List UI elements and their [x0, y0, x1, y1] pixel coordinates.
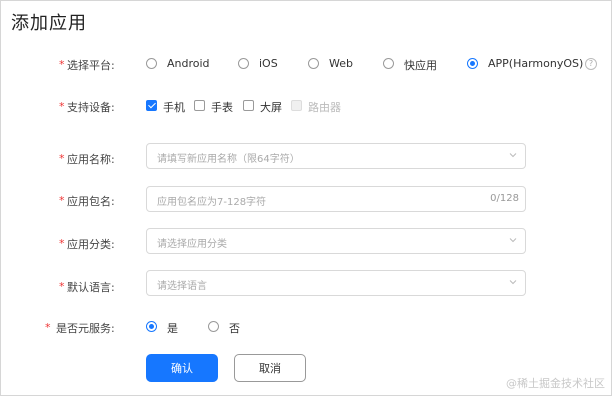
checkbox-router — [291, 100, 302, 111]
package-name-label: 应用包名: — [67, 195, 115, 208]
radio-ios-label[interactable]: iOS — [259, 57, 278, 70]
cancel-button[interactable]: 取消 — [234, 354, 306, 382]
required-mark: * — [59, 58, 65, 71]
language-placeholder: 请选择语言 — [157, 281, 207, 292]
watermark: @稀土掘金技术社区 — [506, 377, 605, 390]
app-name-label: 应用名称: — [67, 153, 115, 166]
metaservice-label: 是否元服务: — [56, 322, 115, 335]
checkbox-screen-label[interactable]: 大屏 — [260, 99, 282, 115]
chevron-down-icon — [509, 153, 517, 158]
radio-web-label[interactable]: Web — [329, 57, 353, 70]
radio-web[interactable] — [308, 58, 319, 69]
chevron-down-icon — [509, 280, 517, 285]
help-icon[interactable]: ? — [585, 58, 597, 70]
required-mark: * — [59, 237, 65, 250]
checkbox-router-label: 路由器 — [308, 101, 341, 114]
radio-android[interactable] — [146, 58, 157, 69]
chevron-down-icon — [509, 238, 517, 243]
devices-label: 支持设备: — [67, 101, 115, 114]
required-mark: * — [45, 321, 51, 334]
radio-ios[interactable] — [238, 58, 249, 69]
app-name-placeholder: 请填写新应用名称（限64字符） — [157, 154, 300, 165]
checkbox-watch-label[interactable]: 手表 — [211, 99, 233, 115]
app-name-select[interactable]: 请填写新应用名称（限64字符） — [146, 143, 526, 169]
radio-harmonyos[interactable] — [467, 58, 478, 69]
category-label: 应用分类: — [67, 238, 115, 251]
char-counter: 0/128 — [490, 193, 519, 204]
dialog: 添加应用 * 选择平台: Android iOS Web 快应用 APP(Har… — [0, 0, 612, 396]
required-mark: * — [59, 100, 65, 113]
required-mark: * — [59, 280, 65, 293]
package-name-input[interactable]: 应用包名应为7-128字符 0/128 — [146, 186, 526, 212]
radio-quickapp-label[interactable]: 快应用 — [404, 57, 437, 73]
category-placeholder: 请选择应用分类 — [157, 239, 227, 250]
checkbox-watch[interactable] — [194, 100, 205, 111]
radio-harmonyos-label[interactable]: APP(HarmonyOS) — [488, 57, 583, 70]
radio-quickapp[interactable] — [383, 58, 394, 69]
page-title: 添加应用 — [11, 13, 87, 34]
category-select[interactable]: 请选择应用分类 — [146, 228, 526, 254]
radio-yes-label[interactable]: 是 — [167, 320, 178, 336]
required-mark: * — [59, 194, 65, 207]
language-label: 默认语言: — [67, 281, 115, 294]
checkbox-phone[interactable] — [146, 100, 157, 111]
radio-yes[interactable] — [146, 321, 157, 332]
checkbox-phone-label[interactable]: 手机 — [163, 99, 185, 115]
package-name-placeholder: 应用包名应为7-128字符 — [157, 197, 267, 208]
required-mark: * — [59, 152, 65, 165]
radio-android-label[interactable]: Android — [167, 57, 210, 70]
confirm-button[interactable]: 确认 — [146, 354, 218, 382]
language-select[interactable]: 请选择语言 — [146, 270, 526, 296]
radio-no-label[interactable]: 否 — [229, 320, 240, 336]
platform-label: 选择平台: — [67, 59, 115, 72]
checkbox-screen[interactable] — [243, 100, 254, 111]
radio-no[interactable] — [208, 321, 219, 332]
